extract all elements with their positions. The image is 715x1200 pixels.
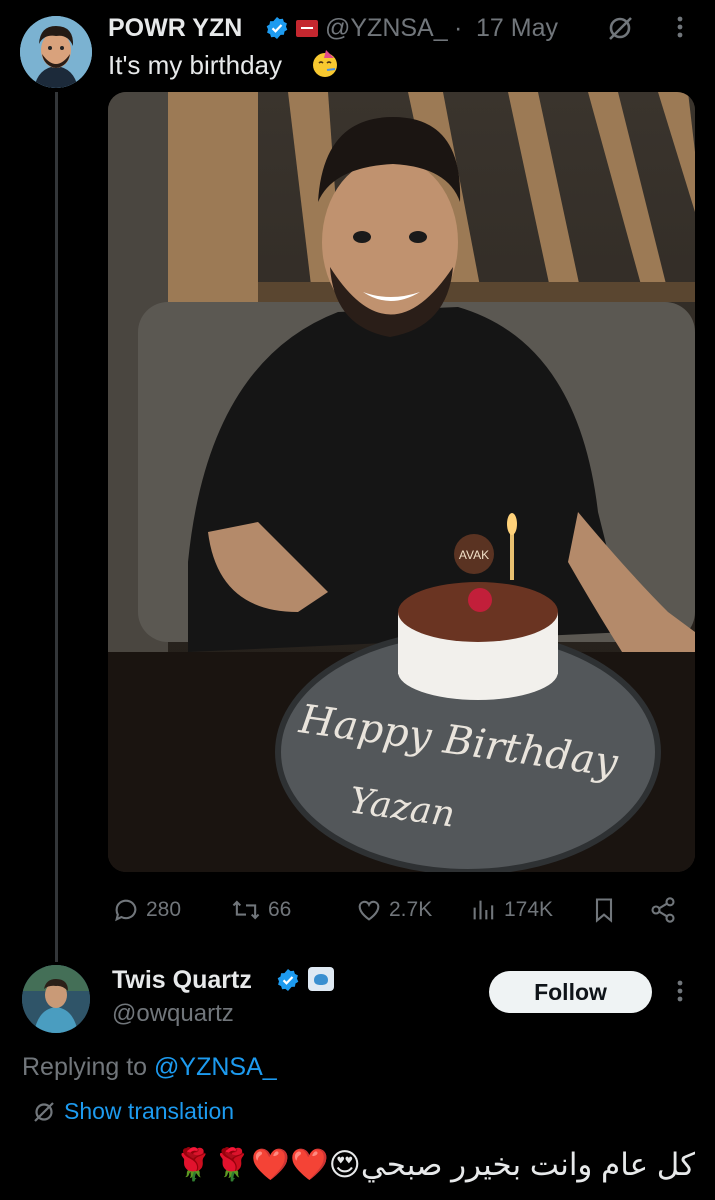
bookmark-icon[interactable] (592, 896, 616, 924)
more-icon[interactable] (670, 10, 690, 44)
thread-line (55, 92, 58, 962)
author-name[interactable]: POWR YZN (108, 14, 242, 43)
follow-button[interactable]: Follow (489, 971, 652, 1013)
replying-to-line: Replying to @YZNSA_ (22, 1053, 277, 1082)
views-icon (473, 900, 494, 920)
dot-separator: · (454, 14, 463, 42)
repost-action[interactable]: 66 (230, 896, 291, 924)
tweet-date[interactable]: 17 May (476, 14, 558, 43)
reply-action[interactable]: 280 (112, 896, 181, 924)
repost-count: 66 (268, 898, 292, 921)
reply-count: 280 (146, 898, 182, 921)
cake-badge-text: AVAK (459, 548, 489, 562)
party-face-icon (310, 48, 340, 78)
show-translation-label[interactable]: Show translation (64, 1098, 234, 1125)
author-avatar[interactable] (20, 16, 92, 88)
replying-prefix: Replying to (22, 1053, 148, 1081)
replying-mention-link[interactable]: @YZNSA_ (154, 1053, 277, 1081)
share-icon[interactable] (649, 896, 677, 924)
views-action[interactable]: 174K (470, 896, 553, 924)
like-count: 2.7K (389, 898, 433, 921)
reply-author-avatar[interactable] (22, 965, 90, 1033)
reply-icon (115, 899, 137, 922)
author-handle[interactable]: @YZNSA_ (325, 14, 448, 43)
reply-author-name[interactable]: Twis Quartz (112, 966, 252, 995)
show-translation-link[interactable]: Show translation (32, 1098, 234, 1125)
reply-text: كل عام وانت بخيرر صبحي😍❤️❤️🌹🌹 (174, 1147, 695, 1182)
grok-icon[interactable] (606, 14, 634, 42)
tweet-text: It's my birthday (108, 50, 283, 80)
views-count: 174K (504, 898, 554, 921)
translate-icon (34, 1101, 54, 1122)
more-icon[interactable] (670, 976, 690, 1006)
reply-author-handle[interactable]: @owquartz (112, 1000, 234, 1028)
repost-icon (232, 900, 260, 920)
tweet-photo[interactable]: AVAK Happy Birthday Yazan (108, 92, 695, 872)
verified-badge-icon (276, 968, 300, 992)
verified-badge-icon (265, 16, 289, 40)
like-icon (358, 900, 380, 921)
like-action[interactable]: 2.7K (355, 896, 432, 924)
flag-icon (296, 20, 318, 37)
brain-icon (308, 967, 334, 991)
